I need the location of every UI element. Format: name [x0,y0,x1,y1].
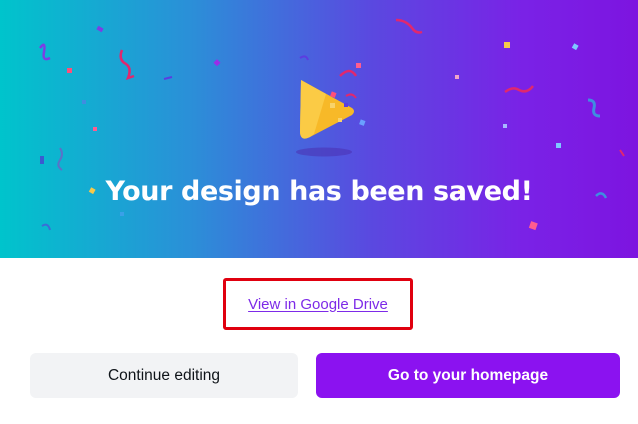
hero-banner: Your design has been saved! [0,0,638,258]
view-in-google-drive-link[interactable]: View in Google Drive [223,278,413,330]
save-confirmation-dialog: Your design has been saved! View in Goog… [0,0,638,424]
continue-editing-button[interactable]: Continue editing [30,353,298,398]
play-cone-icon [286,70,366,160]
go-to-homepage-button[interactable]: Go to your homepage [316,353,620,398]
success-title: Your design has been saved! [105,176,533,207]
